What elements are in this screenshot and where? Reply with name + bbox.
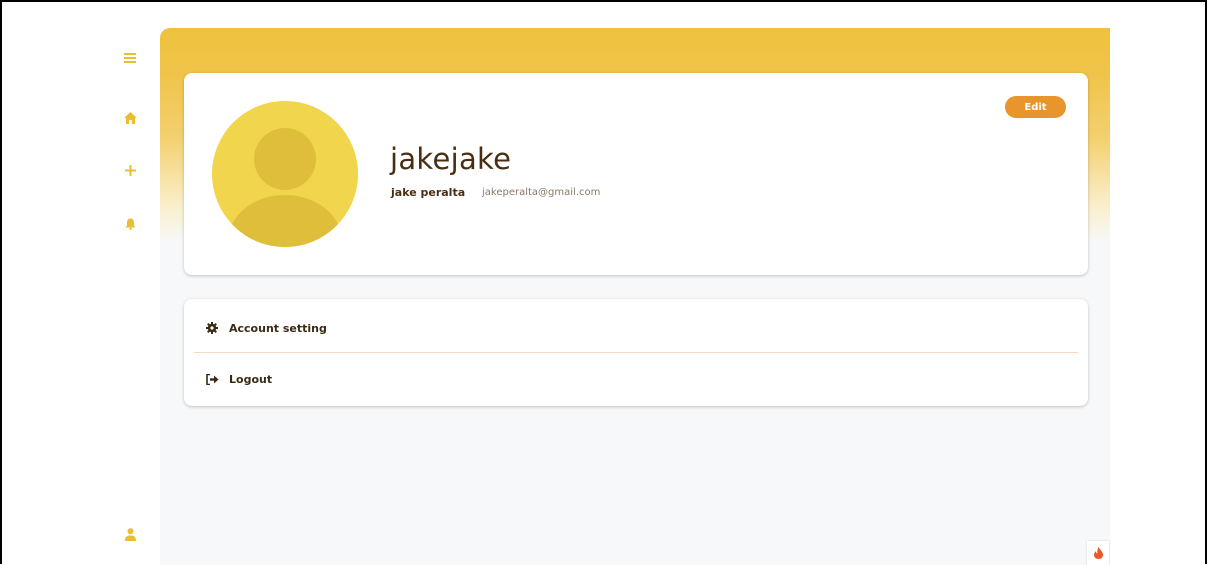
sidebar [112, 40, 148, 560]
menu-divider [194, 352, 1078, 353]
edit-profile-button[interactable]: Edit [1005, 96, 1066, 118]
menu-item-account-setting[interactable]: Account setting [184, 303, 1088, 353]
avatar [212, 101, 358, 247]
menu-item-label: Account setting [229, 321, 327, 335]
sidebar-item-profile[interactable] [112, 520, 148, 548]
account-menu: Account setting Logout [184, 299, 1088, 406]
menu-item-label: Logout [229, 372, 273, 386]
profile-full-name: jake peralta [391, 186, 466, 199]
profile-email: jakeperalta@gmail.com [482, 187, 601, 198]
floating-widget-button[interactable] [1087, 541, 1109, 565]
flame-icon [1093, 544, 1103, 563]
sidebar-item-notifications[interactable] [112, 210, 148, 238]
menu-icon [124, 53, 136, 63]
user-icon [124, 527, 136, 541]
menu-toggle-button[interactable] [112, 44, 148, 72]
logout-icon [206, 373, 219, 385]
menu-item-logout[interactable]: Logout [184, 354, 1088, 404]
profile-card: jakejake jake peralta jakeperalta@gmail.… [184, 73, 1088, 275]
sidebar-item-home[interactable] [112, 104, 148, 132]
profile-username: jakejake [390, 142, 512, 176]
bell-icon [125, 218, 136, 230]
sidebar-item-add[interactable] [112, 156, 148, 184]
gear-icon [206, 322, 218, 334]
plus-icon [124, 164, 136, 176]
avatar-placeholder-icon [212, 101, 358, 247]
home-icon [123, 112, 137, 124]
